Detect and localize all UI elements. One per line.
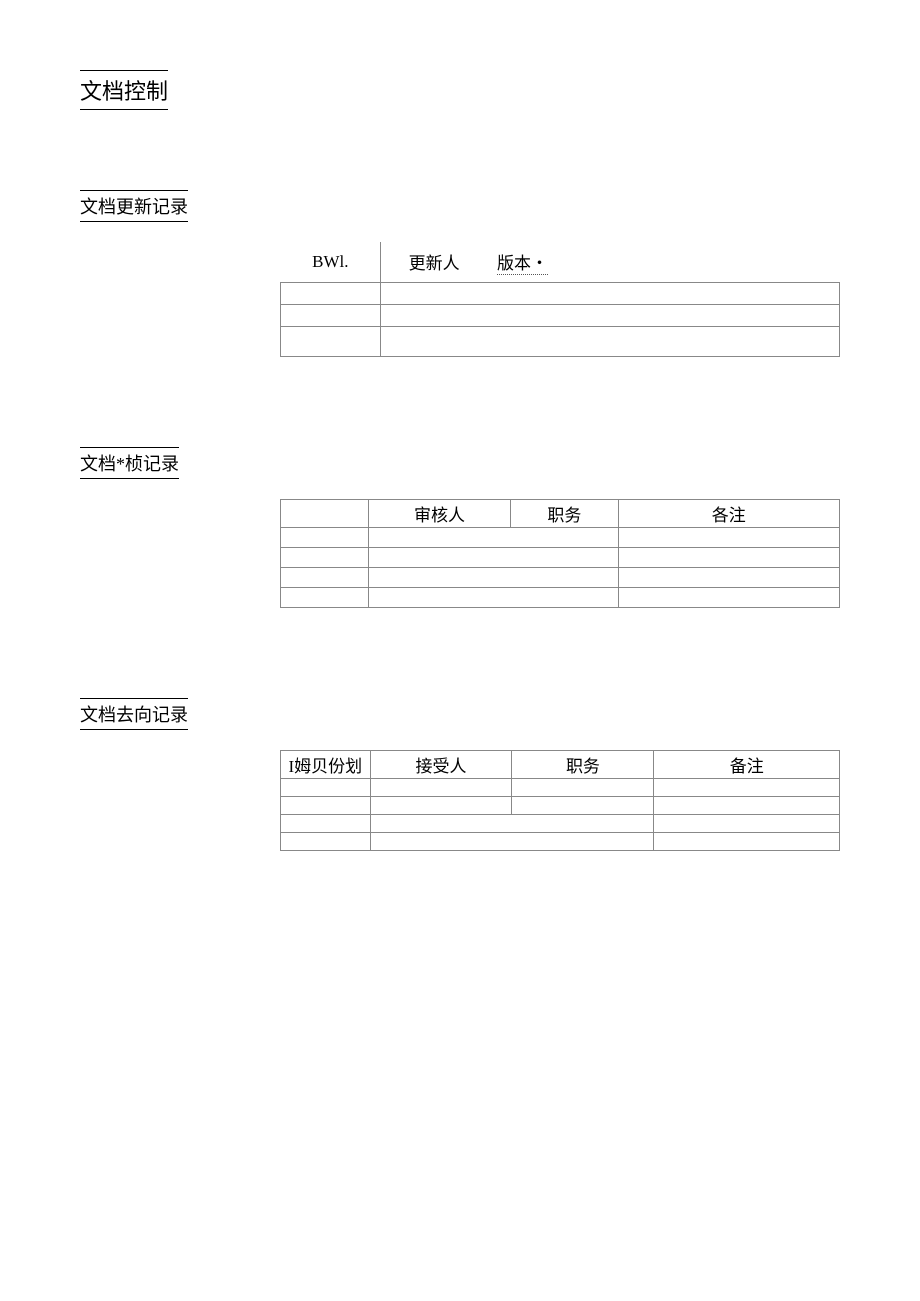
cell — [618, 567, 839, 587]
cell — [281, 499, 369, 527]
cell — [281, 567, 369, 587]
section-dist-heading: 文档去向记录 — [80, 698, 188, 730]
col-copy: I姆贝份划 — [281, 750, 371, 778]
update-table: BWl. 更新人 版本・ — [280, 242, 840, 357]
cell — [654, 778, 840, 796]
cell — [368, 587, 618, 607]
cell — [512, 796, 654, 814]
section-update-heading: 文档更新记录 — [80, 190, 188, 222]
cell — [512, 778, 654, 796]
cell — [281, 282, 381, 304]
cell — [654, 814, 840, 832]
col-position: 职务 — [511, 499, 618, 527]
cell — [654, 832, 840, 850]
cell — [281, 304, 381, 326]
cell — [281, 587, 369, 607]
cell — [381, 282, 840, 304]
col-bw1: BWl. — [281, 242, 381, 282]
cell — [370, 814, 654, 832]
cell — [281, 778, 371, 796]
cell — [281, 326, 381, 356]
cell — [368, 547, 618, 567]
cell — [618, 547, 839, 567]
cell — [370, 778, 512, 796]
dist-table: I姆贝份划 接受人 职务 备注 — [280, 750, 840, 851]
cell — [281, 527, 369, 547]
col-receiver: 接受人 — [370, 750, 512, 778]
col-position: 职务 — [512, 750, 654, 778]
cell — [618, 527, 839, 547]
page-title: 文档控制 — [80, 70, 168, 110]
section-review-heading: 文档*桢记录 — [80, 447, 179, 479]
cell — [381, 326, 840, 356]
col-reviewer: 审核人 — [368, 499, 510, 527]
col-version: 版本・ — [487, 242, 839, 282]
col-remark: 备注 — [654, 750, 840, 778]
cell — [618, 587, 839, 607]
cell — [654, 796, 840, 814]
cell — [368, 527, 618, 547]
col-remark: 各注 — [618, 499, 839, 527]
cell — [368, 567, 618, 587]
cell — [281, 796, 371, 814]
cell — [370, 796, 512, 814]
cell — [370, 832, 654, 850]
cell — [381, 304, 840, 326]
cell — [281, 832, 371, 850]
review-table: 审核人 职务 各注 — [280, 499, 840, 608]
cell — [281, 547, 369, 567]
col-updater: 更新人 — [381, 242, 487, 282]
cell — [281, 814, 371, 832]
